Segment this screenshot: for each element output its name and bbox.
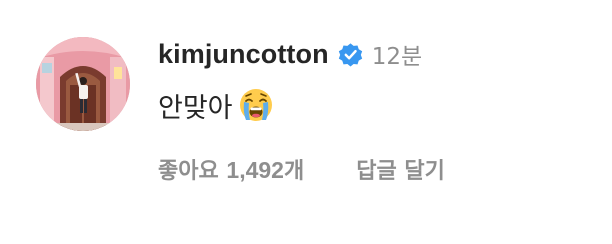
verified-badge-icon (337, 41, 364, 68)
likes-number: 1,492 (226, 157, 284, 183)
comment: kimjuncotton 12분 안맞아 좋아요 1,492개 답글 달기 (0, 0, 612, 244)
avatar-photo (36, 37, 130, 131)
likes-suffix: 개 (283, 159, 305, 184)
username[interactable]: kimjuncotton (158, 39, 329, 70)
comment-actions: 좋아요 1,492개 답글 달기 (158, 152, 445, 186)
reply-button[interactable]: 답글 달기 (356, 153, 445, 185)
loudly-crying-face-icon (238, 87, 274, 123)
comment-body: 안맞아 (158, 84, 274, 126)
comment-header: kimjuncotton 12분 (158, 34, 422, 74)
likes-prefix: 좋아요 (158, 159, 219, 184)
likes-count[interactable]: 좋아요 1,492개 (158, 153, 304, 185)
timestamp[interactable]: 12분 (372, 37, 422, 71)
comment-text: 안맞아 (158, 92, 233, 124)
avatar[interactable] (36, 37, 130, 131)
